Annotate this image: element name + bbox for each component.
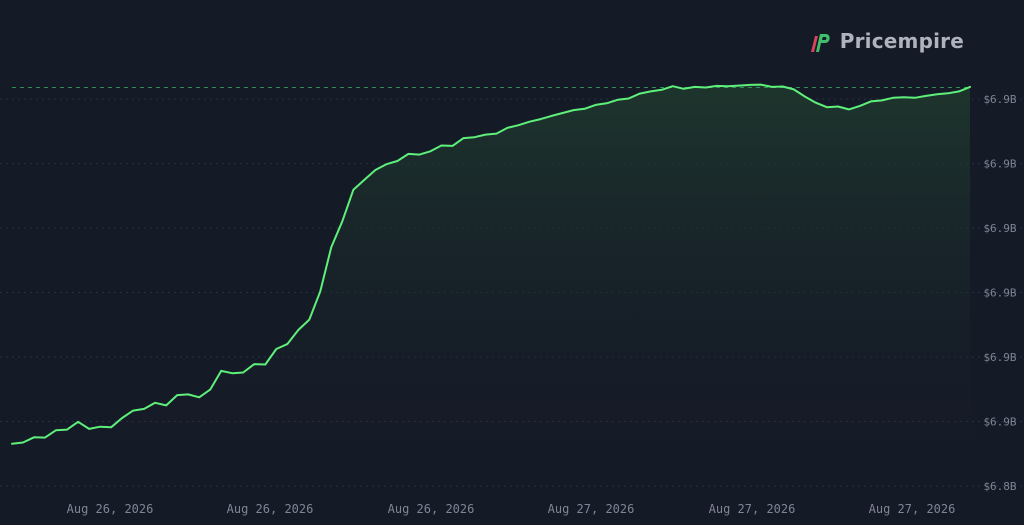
x-tick-label: Aug 27, 2026 <box>869 502 956 516</box>
x-axis-tick-labels: Aug 26, 2026 Aug 26, 2026 Aug 26, 2026 Aug … <box>67 502 956 516</box>
y-tick-label: $6.9B <box>983 93 1016 106</box>
area-fill-layer <box>12 84 970 486</box>
x-tick-label: Aug 27, 2026 <box>548 502 635 516</box>
brand-name: Pricempire <box>839 29 964 53</box>
pricempire-logo-icon <box>810 34 830 52</box>
x-tick-label: Aug 27, 2026 <box>709 502 796 516</box>
y-tick-label: $6.9B <box>983 351 1016 364</box>
y-tick-label: $6.9B <box>983 416 1016 429</box>
x-tick-label: Aug 26, 2026 <box>67 502 154 516</box>
y-tick-label: $6.9B <box>983 287 1016 300</box>
area-fill <box>12 84 970 486</box>
price-chart-svg: $6.9B $6.9B $6.9B $6.9B $6.9B $6.9B $6.8B Aug … <box>0 83 1024 516</box>
price-chart: $6.9B $6.9B $6.9B $6.9B $6.9B $6.9B $6.8B Aug … <box>0 0 1024 525</box>
x-tick-label: Aug 26, 2026 <box>388 502 475 516</box>
y-tick-label: $6.9B <box>983 222 1016 235</box>
x-tick-label: Aug 26, 2026 <box>227 502 314 516</box>
brand-watermark: Pricempire <box>806 28 964 54</box>
y-tick-label: $6.8B <box>983 480 1016 493</box>
y-tick-label: $6.9B <box>983 158 1016 171</box>
y-axis-tick-labels: $6.9B $6.9B $6.9B $6.9B $6.9B $6.9B $6.8B <box>983 93 1016 493</box>
